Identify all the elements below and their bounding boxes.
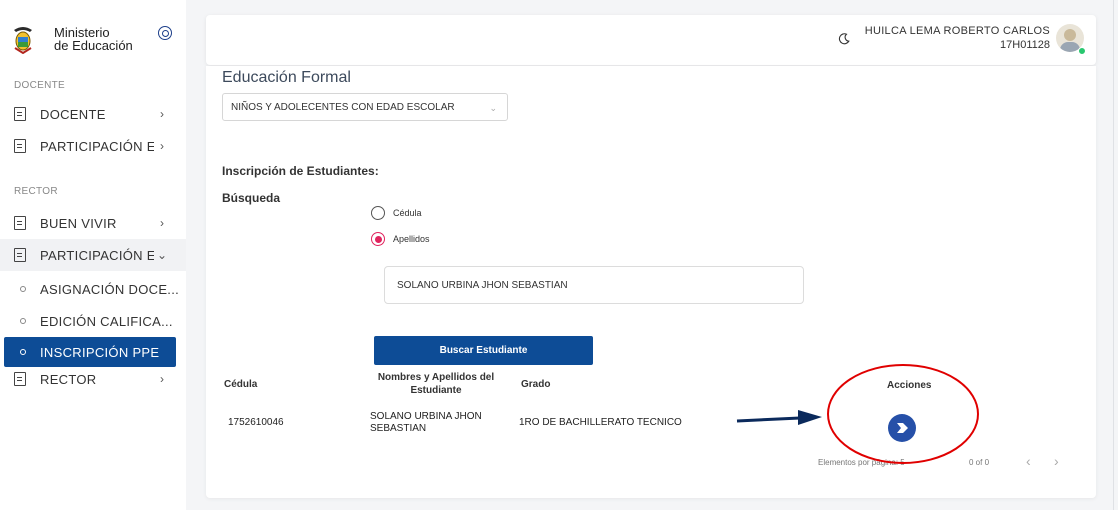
radio-apellidos[interactable]: Apellidos	[371, 232, 430, 246]
sidebar-item-participacion-docente[interactable]: PARTICIPACIÓN ES... ›	[0, 130, 186, 162]
sidebar-item-rector[interactable]: RECTOR ›	[0, 363, 186, 395]
chevron-right-icon: ›	[160, 139, 164, 153]
radio-label: Apellidos	[393, 234, 430, 244]
chevron-right-icon	[897, 423, 908, 433]
main-card: Educación Formal NIÑOS Y ADOLECENTES CON…	[206, 66, 1096, 498]
cell-grado: 1RO DE BACHILLERATO TECNICO	[519, 417, 682, 428]
cell-nombre: SOLANO URBINA JHON SEBASTIAN	[370, 411, 482, 434]
items-per-page-label: Elementos por página: 5	[818, 458, 905, 467]
radio-circle	[371, 232, 385, 246]
column-header-nombres-line1: Nombres y Apellidos del	[377, 372, 495, 383]
cell-nombre-line2: SEBASTIAN	[370, 423, 427, 434]
document-icon	[14, 372, 26, 386]
chevron-right-icon: ›	[160, 216, 164, 230]
section-label: Inscripción de Estudiantes:	[222, 164, 379, 178]
cell-cedula: 1752610046	[228, 417, 284, 428]
section-title-docente: DOCENTE	[14, 80, 65, 91]
sidebar-item-label: PARTICIPACIÓN ES...	[40, 138, 154, 154]
topbar: HUILCA LEMA ROBERTO CARLOS 17H01128	[206, 15, 1096, 65]
column-header-grado: Grado	[521, 379, 551, 390]
document-icon	[14, 216, 26, 230]
chevron-right-icon: ›	[160, 372, 164, 386]
sidebar-item-participacion-rector[interactable]: PARTICIPACIÓN ES... ⌄	[0, 239, 186, 271]
ecuador-coat-of-arms-logo	[14, 27, 32, 54]
circle-bullet-icon	[20, 349, 26, 355]
education-type-select[interactable]: NIÑOS Y ADOLECENTES CON EDAD ESCOLAR ⌄	[222, 93, 508, 121]
user-name: HUILCA LEMA ROBERTO CARLOS	[864, 25, 1050, 37]
user-code: 17H01128	[1000, 39, 1050, 51]
radio-label: Cédula	[393, 208, 422, 218]
circle-bullet-icon	[20, 318, 26, 324]
column-header-nombres: Nombres y Apellidos del Estudiante	[366, 372, 506, 396]
sidebar-subitem-label: EDICIÓN CALIFICA...	[40, 313, 173, 329]
document-icon	[14, 139, 26, 153]
sidebar: Ministerio de Educación DOCENTE DOCENTE …	[0, 0, 186, 510]
section-title-rector: RECTOR	[14, 186, 58, 197]
column-header-cedula: Cédula	[224, 379, 258, 390]
search-label: Búsqueda	[222, 191, 281, 205]
cell-nombre-line1: SOLANO URBINA JHON	[370, 411, 482, 422]
select-value: NIÑOS Y ADOLECENTES CON EDAD ESCOLAR	[231, 102, 455, 113]
brand: Ministerio de Educación	[12, 24, 182, 54]
scrollbar-track[interactable]	[1113, 0, 1114, 510]
document-icon	[14, 248, 26, 262]
page-title: Educación Formal	[222, 69, 351, 86]
next-page-button[interactable]: ›	[1054, 453, 1059, 469]
sidebar-item-buen-vivir[interactable]: BUEN VIVIR ›	[0, 207, 186, 239]
circle-bullet-icon	[20, 286, 26, 292]
column-header-acciones: Acciones	[887, 380, 932, 391]
sidebar-item-label: PARTICIPACIÓN ES...	[40, 247, 154, 263]
chevron-down-icon: ⌄	[156, 248, 168, 262]
sidebar-subitem-label: INSCRIPCIÓN PPE	[40, 344, 160, 360]
sidebar-item-label: RECTOR	[40, 371, 97, 387]
column-header-nombres-line2: Estudiante	[410, 385, 462, 396]
sidebar-subitem-asignacion-docente[interactable]: ASIGNACIÓN DOCE...	[0, 274, 186, 304]
document-icon	[14, 107, 26, 121]
radio-cedula[interactable]: Cédula	[371, 206, 422, 220]
search-student-button[interactable]: Buscar Estudiante	[374, 336, 593, 365]
online-status-dot	[1078, 47, 1086, 55]
moon-icon[interactable]	[838, 33, 850, 45]
sidebar-subitem-edicion-calificaciones[interactable]: EDICIÓN CALIFICA...	[0, 306, 186, 336]
sidebar-toggle-icon[interactable]	[158, 26, 172, 40]
radio-circle	[371, 206, 385, 220]
enroll-action-button[interactable]	[888, 414, 916, 442]
sidebar-item-docente[interactable]: DOCENTE ›	[0, 98, 186, 130]
chevron-down-icon: ⌄	[489, 103, 497, 113]
sidebar-item-label: DOCENTE	[40, 106, 106, 122]
chevron-right-icon: ›	[160, 107, 164, 121]
previous-page-button[interactable]: ‹	[1026, 453, 1031, 469]
search-input[interactable]: SOLANO URBINA JHON SEBASTIAN	[384, 266, 804, 304]
sidebar-subitem-label: ASIGNACIÓN DOCE...	[40, 281, 180, 297]
sidebar-item-label: BUEN VIVIR	[40, 215, 117, 231]
pagination-range: 0 of 0	[969, 458, 990, 467]
brand-line-2: de Educación	[54, 38, 133, 53]
